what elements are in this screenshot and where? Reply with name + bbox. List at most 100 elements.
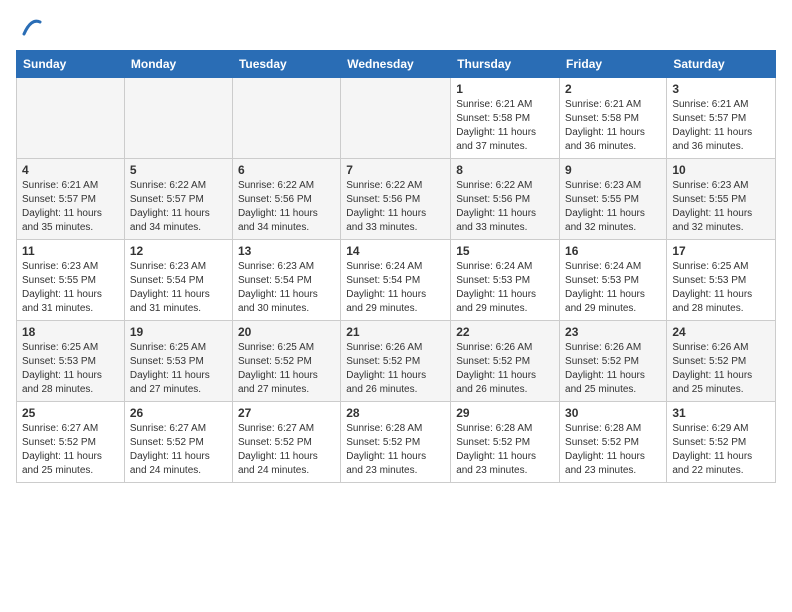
calendar-cell: 24 Sunrise: 6:26 AM Sunset: 5:52 PM Dayli… (667, 321, 776, 402)
calendar-cell: 18 Sunrise: 6:25 AM Sunset: 5:53 PM Dayli… (17, 321, 125, 402)
column-header-monday: Monday (124, 51, 232, 78)
day-number: 14 (346, 244, 445, 258)
day-number: 29 (456, 406, 554, 420)
calendar-cell: 25 Sunrise: 6:27 AM Sunset: 5:52 PM Dayli… (17, 402, 125, 483)
day-number: 31 (672, 406, 770, 420)
cell-content: Sunrise: 6:23 AM Sunset: 5:55 PM Dayligh… (672, 179, 770, 235)
calendar-cell: 13 Sunrise: 6:23 AM Sunset: 5:54 PM Dayli… (232, 240, 340, 321)
cell-content: Sunrise: 6:26 AM Sunset: 5:52 PM Dayligh… (346, 341, 445, 397)
calendar-cell: 6 Sunrise: 6:22 AM Sunset: 5:56 PM Daylig… (232, 159, 340, 240)
cell-content: Sunrise: 6:27 AM Sunset: 5:52 PM Dayligh… (130, 422, 227, 478)
cell-content: Sunrise: 6:22 AM Sunset: 5:56 PM Dayligh… (346, 179, 445, 235)
day-number: 16 (565, 244, 661, 258)
day-number: 22 (456, 325, 554, 339)
day-number: 13 (238, 244, 335, 258)
calendar-week-4: 18 Sunrise: 6:25 AM Sunset: 5:53 PM Dayli… (17, 321, 776, 402)
cell-content: Sunrise: 6:21 AM Sunset: 5:57 PM Dayligh… (22, 179, 119, 235)
calendar-cell (124, 78, 232, 159)
page-header (16, 16, 776, 38)
calendar-table: SundayMondayTuesdayWednesdayThursdayFrid… (16, 50, 776, 483)
day-number: 7 (346, 163, 445, 177)
cell-content: Sunrise: 6:28 AM Sunset: 5:52 PM Dayligh… (565, 422, 661, 478)
day-number: 21 (346, 325, 445, 339)
calendar-cell: 28 Sunrise: 6:28 AM Sunset: 5:52 PM Dayli… (341, 402, 451, 483)
day-number: 27 (238, 406, 335, 420)
day-number: 4 (22, 163, 119, 177)
calendar-cell (341, 78, 451, 159)
day-number: 3 (672, 82, 770, 96)
calendar-cell: 12Sunrise: 6:23 AM Sunset: 5:54 PM Dayli… (124, 240, 232, 321)
cell-content: Sunrise: 6:23 AM Sunset: 5:54 PM Dayligh… (130, 260, 227, 316)
cell-content: Sunrise: 6:28 AM Sunset: 5:52 PM Dayligh… (346, 422, 445, 478)
calendar-week-5: 25 Sunrise: 6:27 AM Sunset: 5:52 PM Dayli… (17, 402, 776, 483)
calendar-cell (17, 78, 125, 159)
day-number: 26 (130, 406, 227, 420)
day-number: 23 (565, 325, 661, 339)
column-header-saturday: Saturday (667, 51, 776, 78)
calendar-cell: 9Sunrise: 6:23 AM Sunset: 5:55 PM Daylig… (560, 159, 667, 240)
day-number: 18 (22, 325, 119, 339)
calendar-cell: 23 Sunrise: 6:26 AM Sunset: 5:52 PM Dayli… (560, 321, 667, 402)
cell-content: Sunrise: 6:26 AM Sunset: 5:52 PM Dayligh… (672, 341, 770, 397)
calendar-cell: 21 Sunrise: 6:26 AM Sunset: 5:52 PM Dayli… (341, 321, 451, 402)
cell-content: Sunrise: 6:21 AM Sunset: 5:58 PM Dayligh… (456, 98, 554, 154)
cell-content: Sunrise: 6:23 AM Sunset: 5:55 PM Dayligh… (565, 179, 661, 235)
column-header-thursday: Thursday (451, 51, 560, 78)
cell-content: Sunrise: 6:22 AM Sunset: 5:56 PM Dayligh… (238, 179, 335, 235)
day-number: 11 (22, 244, 119, 258)
column-header-wednesday: Wednesday (341, 51, 451, 78)
cell-content: Sunrise: 6:21 AM Sunset: 5:58 PM Dayligh… (565, 98, 661, 154)
calendar-cell: 20 Sunrise: 6:25 AM Sunset: 5:52 PM Dayli… (232, 321, 340, 402)
calendar-cell: 14 Sunrise: 6:24 AM Sunset: 5:54 PM Dayli… (341, 240, 451, 321)
calendar-cell: 2 Sunrise: 6:21 AM Sunset: 5:58 PM Daylig… (560, 78, 667, 159)
calendar-cell: 16 Sunrise: 6:24 AM Sunset: 5:53 PM Dayli… (560, 240, 667, 321)
cell-content: Sunrise: 6:23 AM Sunset: 5:54 PM Dayligh… (238, 260, 335, 316)
calendar-cell: 29 Sunrise: 6:28 AM Sunset: 5:52 PM Dayli… (451, 402, 560, 483)
calendar-week-3: 11Sunrise: 6:23 AM Sunset: 5:55 PM Dayli… (17, 240, 776, 321)
calendar-cell: 15Sunrise: 6:24 AM Sunset: 5:53 PM Dayli… (451, 240, 560, 321)
calendar-cell: 8Sunrise: 6:22 AM Sunset: 5:56 PM Daylig… (451, 159, 560, 240)
cell-content: Sunrise: 6:27 AM Sunset: 5:52 PM Dayligh… (22, 422, 119, 478)
cell-content: Sunrise: 6:29 AM Sunset: 5:52 PM Dayligh… (672, 422, 770, 478)
calendar-cell: 22Sunrise: 6:26 AM Sunset: 5:52 PM Dayli… (451, 321, 560, 402)
calendar-cell: 30Sunrise: 6:28 AM Sunset: 5:52 PM Dayli… (560, 402, 667, 483)
day-number: 10 (672, 163, 770, 177)
calendar-cell: 3 Sunrise: 6:21 AM Sunset: 5:57 PM Daylig… (667, 78, 776, 159)
day-number: 25 (22, 406, 119, 420)
cell-content: Sunrise: 6:22 AM Sunset: 5:57 PM Dayligh… (130, 179, 227, 235)
cell-content: Sunrise: 6:24 AM Sunset: 5:54 PM Dayligh… (346, 260, 445, 316)
logo (16, 16, 42, 38)
day-number: 5 (130, 163, 227, 177)
calendar-cell: 19 Sunrise: 6:25 AM Sunset: 5:53 PM Dayli… (124, 321, 232, 402)
cell-content: Sunrise: 6:27 AM Sunset: 5:52 PM Dayligh… (238, 422, 335, 478)
column-header-sunday: Sunday (17, 51, 125, 78)
calendar-cell: 7 Sunrise: 6:22 AM Sunset: 5:56 PM Daylig… (341, 159, 451, 240)
cell-content: Sunrise: 6:21 AM Sunset: 5:57 PM Dayligh… (672, 98, 770, 154)
day-number: 17 (672, 244, 770, 258)
cell-content: Sunrise: 6:28 AM Sunset: 5:52 PM Dayligh… (456, 422, 554, 478)
day-number: 2 (565, 82, 661, 96)
day-number: 28 (346, 406, 445, 420)
cell-content: Sunrise: 6:26 AM Sunset: 5:52 PM Dayligh… (565, 341, 661, 397)
calendar-cell: 17 Sunrise: 6:25 AM Sunset: 5:53 PM Dayli… (667, 240, 776, 321)
cell-content: Sunrise: 6:25 AM Sunset: 5:53 PM Dayligh… (130, 341, 227, 397)
day-number: 1 (456, 82, 554, 96)
day-number: 24 (672, 325, 770, 339)
cell-content: Sunrise: 6:25 AM Sunset: 5:52 PM Dayligh… (238, 341, 335, 397)
day-number: 20 (238, 325, 335, 339)
cell-content: Sunrise: 6:25 AM Sunset: 5:53 PM Dayligh… (672, 260, 770, 316)
calendar-cell (232, 78, 340, 159)
column-header-friday: Friday (560, 51, 667, 78)
logo-icon (20, 16, 42, 38)
day-number: 6 (238, 163, 335, 177)
calendar-cell: 11Sunrise: 6:23 AM Sunset: 5:55 PM Dayli… (17, 240, 125, 321)
cell-content: Sunrise: 6:25 AM Sunset: 5:53 PM Dayligh… (22, 341, 119, 397)
calendar-header-row: SundayMondayTuesdayWednesdayThursdayFrid… (17, 51, 776, 78)
day-number: 8 (456, 163, 554, 177)
calendar-week-2: 4 Sunrise: 6:21 AM Sunset: 5:57 PM Daylig… (17, 159, 776, 240)
calendar-cell: 5 Sunrise: 6:22 AM Sunset: 5:57 PM Daylig… (124, 159, 232, 240)
cell-content: Sunrise: 6:24 AM Sunset: 5:53 PM Dayligh… (456, 260, 554, 316)
day-number: 19 (130, 325, 227, 339)
cell-content: Sunrise: 6:24 AM Sunset: 5:53 PM Dayligh… (565, 260, 661, 316)
column-header-tuesday: Tuesday (232, 51, 340, 78)
